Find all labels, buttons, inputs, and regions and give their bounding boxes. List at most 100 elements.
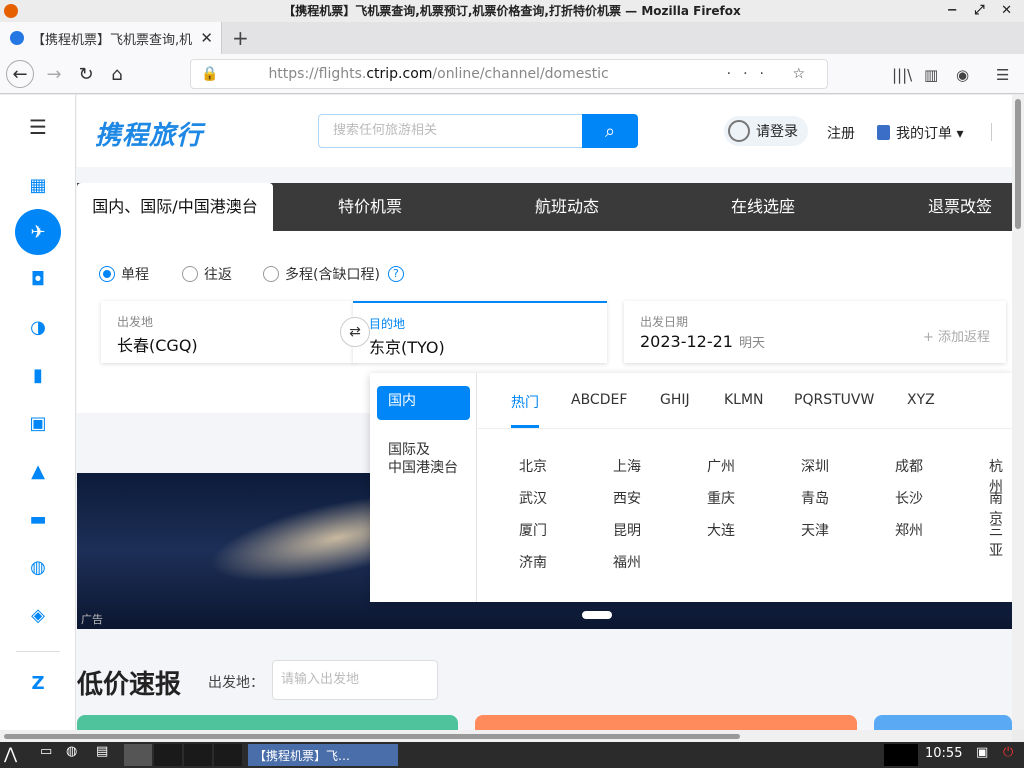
- vertical-scrollbar[interactable]: [1012, 95, 1024, 730]
- city-option[interactable]: 广州: [707, 456, 735, 476]
- ticket-icon[interactable]: ▮: [20, 357, 56, 393]
- letter-tab-xyz[interactable]: XYZ: [907, 392, 935, 408]
- globe-icon[interactable]: ◍: [20, 549, 56, 585]
- home-icon[interactable]: ⌂: [103, 60, 131, 88]
- destination-label: 目的地: [369, 317, 406, 331]
- close-tab-icon[interactable]: ✕: [200, 29, 213, 47]
- city-option[interactable]: 青岛: [801, 488, 829, 508]
- register-link[interactable]: 注册: [827, 123, 855, 143]
- firefox-launcher-icon[interactable]: [124, 744, 152, 766]
- city-option[interactable]: 三亚: [989, 520, 1012, 560]
- swap-cities-icon[interactable]: ⇄: [340, 317, 370, 347]
- library-icon[interactable]: |||\: [892, 66, 912, 84]
- z-icon[interactable]: Z: [20, 665, 56, 701]
- back-icon[interactable]: ←: [6, 60, 34, 88]
- firefox-icon: [4, 4, 18, 18]
- tab-flight-status[interactable]: 航班动态: [503, 183, 631, 231]
- city-option[interactable]: 深圳: [801, 456, 829, 476]
- city-option[interactable]: 济南: [519, 552, 547, 572]
- new-tab-icon[interactable]: +: [232, 26, 249, 50]
- login-button[interactable]: 请登录: [724, 116, 808, 146]
- city-option[interactable]: 西安: [613, 488, 641, 508]
- city-option[interactable]: 昆明: [613, 520, 641, 540]
- letter-tab-pqrstuvw[interactable]: PQRSTUVW: [794, 392, 874, 408]
- letter-tab-hot[interactable]: 热门: [511, 392, 539, 412]
- horizontal-scrollbar[interactable]: [0, 730, 1012, 742]
- browser-tab-bar: 【携程机票】飞机票查询,机票预订 ✕ +: [0, 22, 1024, 54]
- radio-roundtrip[interactable]: 往返: [182, 264, 232, 284]
- date-text: 2023-12-21: [640, 332, 733, 351]
- tab-seat-selection[interactable]: 在线选座: [699, 183, 827, 231]
- windows-icon[interactable]: ▤: [96, 744, 108, 766]
- lock-icon: 🔒: [201, 66, 219, 82]
- low-price-from-input[interactable]: 请输入出发地: [272, 660, 438, 700]
- url-domain: ctrip.com: [366, 66, 433, 82]
- photo-icon[interactable]: ▲: [20, 453, 56, 489]
- hamburger-menu-icon[interactable]: ☰: [20, 109, 56, 145]
- tab-domestic-intl[interactable]: 国内、国际/中国港澳台: [77, 183, 273, 231]
- city-option[interactable]: 郑州: [895, 520, 923, 540]
- city-option[interactable]: 重庆: [707, 488, 735, 508]
- train-icon[interactable]: ◘: [20, 261, 56, 297]
- workspace-1[interactable]: [154, 744, 182, 766]
- radio-oneway-circle: [99, 266, 115, 282]
- tab-refund-change[interactable]: 退票改签: [897, 183, 1023, 231]
- city-option[interactable]: 福州: [613, 552, 641, 572]
- start-menu-icon[interactable]: ⋀: [4, 744, 17, 766]
- flight-icon[interactable]: ✈: [15, 209, 61, 255]
- region-tab-domestic[interactable]: 国内: [377, 386, 470, 420]
- vertical-scroll-thumb[interactable]: [1015, 99, 1021, 229]
- workspace-2[interactable]: [184, 744, 212, 766]
- page-actions-icon[interactable]: ··· ☆: [727, 66, 817, 82]
- city-option[interactable]: 厦门: [519, 520, 547, 540]
- city-option[interactable]: 天津: [801, 520, 829, 540]
- destination-field[interactable]: 目的地 东京(TYO): [353, 301, 607, 363]
- tab-special-fares[interactable]: 特价机票: [307, 183, 433, 231]
- radio-oneway[interactable]: 单程: [99, 264, 149, 284]
- carousel-indicator[interactable]: [582, 611, 612, 619]
- bus-icon[interactable]: ▣: [20, 405, 56, 441]
- url-bar[interactable]: 🔒 https://flights. ctrip.com/online/chann…: [190, 59, 828, 89]
- account-icon[interactable]: ◉: [956, 66, 969, 84]
- search-button[interactable]: ⌕: [582, 114, 638, 148]
- city-option[interactable]: 上海: [613, 456, 641, 476]
- travel-icon[interactable]: ◑: [20, 309, 56, 345]
- ctrip-logo[interactable]: 携程旅行: [95, 115, 203, 152]
- city-option[interactable]: 大连: [707, 520, 735, 540]
- low-price-from-label: 出发地：: [208, 675, 264, 691]
- browser-tab-title: 【携程机票】飞机票查询,机票预订: [32, 32, 192, 48]
- files-icon[interactable]: ▭: [40, 744, 52, 766]
- forward-icon[interactable]: →: [40, 60, 68, 88]
- sidebar-toggle-icon[interactable]: ▥: [924, 66, 938, 84]
- city-option[interactable]: 长沙: [895, 488, 923, 508]
- departure-field[interactable]: 出发地 长春(CGQ): [101, 301, 355, 363]
- window-controls[interactable]: − ⤢ ✕: [947, 0, 1018, 22]
- city-option[interactable]: 成都: [895, 456, 923, 476]
- browser-tab-active[interactable]: 【携程机票】飞机票查询,机票预订 ✕: [0, 22, 222, 54]
- letter-tab-abcdef[interactable]: ABCDEF: [571, 392, 627, 408]
- power-icon[interactable]: ⏻: [1003, 745, 1013, 767]
- gift-icon[interactable]: ◈: [20, 597, 56, 633]
- letter-tab-klmn[interactable]: KLMN: [724, 392, 764, 408]
- city-option[interactable]: 北京: [519, 456, 547, 476]
- radio-multicity[interactable]: 多程(含缺口程)?: [263, 264, 404, 284]
- tray-icon[interactable]: ▣: [976, 745, 988, 767]
- login-label: 请登录: [756, 124, 798, 140]
- hotel-icon[interactable]: ▦: [20, 167, 56, 203]
- browser-launcher-icon[interactable]: ◍: [66, 744, 77, 766]
- region-tab-international[interactable]: 国际及 中国港澳台: [377, 435, 470, 483]
- url-path: /online/channel/domestic: [432, 66, 609, 82]
- add-return-link[interactable]: + 添加返程: [923, 326, 990, 345]
- city-option[interactable]: 武汉: [519, 488, 547, 508]
- reload-icon[interactable]: ↻: [72, 60, 100, 88]
- car-icon[interactable]: ▬: [20, 501, 56, 537]
- taskbar-firefox-window[interactable]: 【携程机票】飞…: [248, 744, 398, 766]
- departure-date-field[interactable]: 出发日期 2023-12-21 明天 + 添加返程: [624, 301, 1006, 363]
- letter-tab-ghij[interactable]: GHIJ: [660, 392, 690, 408]
- workspace-3[interactable]: [214, 744, 242, 766]
- my-orders-menu[interactable]: 我的订单 ▾: [877, 123, 963, 143]
- help-icon[interactable]: ?: [387, 266, 404, 282]
- horizontal-scroll-thumb[interactable]: [4, 734, 740, 739]
- site-search-input[interactable]: 搜索任何旅游相关: [318, 114, 583, 148]
- menu-icon[interactable]: ☰: [996, 66, 1009, 84]
